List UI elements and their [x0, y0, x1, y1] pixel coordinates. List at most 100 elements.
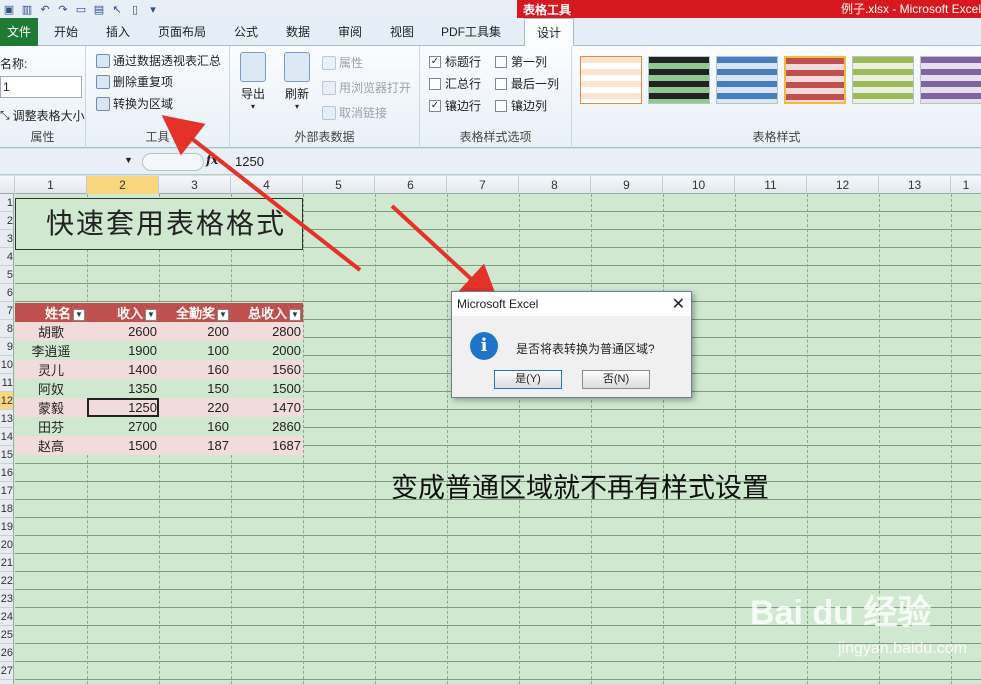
close-icon[interactable]: ✕	[672, 294, 685, 314]
total-cell[interactable]: 1560	[231, 360, 303, 379]
banded-columns-checkbox[interactable]: 镶边列	[495, 97, 547, 114]
name-cell[interactable]: 田芬	[15, 417, 87, 436]
banded-rows-checkbox[interactable]: ✓ 镶边行	[429, 97, 481, 114]
convert-to-range-button[interactable]: 转换为区域	[96, 95, 173, 112]
remove-duplicates-button[interactable]: 删除重复项	[96, 73, 173, 90]
formula-input[interactable]: 1250	[235, 154, 264, 169]
first-column-checkbox[interactable]: 第一列	[495, 53, 547, 70]
active-cell[interactable]: 1250	[87, 398, 159, 417]
customize-dropdown-icon[interactable]: ▾	[146, 2, 160, 16]
row-header[interactable]: 23	[0, 590, 13, 608]
column-header[interactable]: 11	[735, 176, 807, 194]
row-header[interactable]: 6	[0, 284, 13, 302]
row-header[interactable]: 13	[0, 410, 13, 428]
select-all-corner[interactable]	[0, 176, 15, 194]
total-cell[interactable]: 1500	[231, 379, 303, 398]
column-header[interactable]: 7	[447, 176, 519, 194]
chart-icon[interactable]: ▥	[20, 2, 34, 16]
filter-dropdown-icon[interactable]: ▼	[217, 308, 229, 321]
redo-icon[interactable]: ↷	[56, 2, 70, 16]
name-cell[interactable]: 灵儿	[15, 360, 87, 379]
tab-data[interactable]: 数据	[278, 18, 318, 46]
row-header[interactable]: 15	[0, 446, 13, 464]
header-row-checkbox[interactable]: ✓ 标题行	[429, 53, 481, 70]
no-button[interactable]: 否(N)	[582, 370, 650, 389]
income-cell[interactable]: 2600	[87, 322, 159, 341]
bar-chart-icon[interactable]: ▤	[92, 2, 106, 16]
row-header[interactable]: 17	[0, 482, 13, 500]
name-cell[interactable]: 赵高	[15, 436, 87, 455]
new-file-icon[interactable]: ▯	[128, 2, 142, 16]
row-header[interactable]: 20	[0, 536, 13, 554]
column-header[interactable]: 13	[879, 176, 951, 194]
row-header[interactable]: 3	[0, 230, 13, 248]
row-header[interactable]: 18	[0, 500, 13, 518]
unlink-button[interactable]: 取消链接	[322, 104, 387, 121]
external-properties-button[interactable]: 属性	[322, 54, 363, 71]
bonus-cell[interactable]: 200	[159, 322, 231, 341]
cursor-icon[interactable]: ↖	[110, 2, 124, 16]
resize-table-button[interactable]: ⤡ 调整表格大小	[0, 107, 85, 124]
open-in-browser-button[interactable]: 用浏览器打开	[322, 79, 411, 96]
tab-view[interactable]: 视图	[382, 18, 422, 46]
refresh-button[interactable]: 刷新 ▾	[284, 52, 310, 111]
table-style-swatch[interactable]	[648, 56, 710, 104]
open-folder-icon[interactable]: ▭	[74, 2, 88, 16]
row-header[interactable]: 19	[0, 518, 13, 536]
row-header[interactable]: 14	[0, 428, 13, 446]
yes-button[interactable]: 是(Y)	[494, 370, 562, 389]
filter-dropdown-icon[interactable]: ▼	[73, 308, 85, 321]
name-box-dropdown-icon[interactable]: ▼	[124, 155, 133, 165]
header-cell[interactable]: 收入 ▼	[87, 303, 159, 322]
header-cell[interactable]: 姓名 ▼	[15, 303, 87, 322]
income-cell[interactable]: 1500	[87, 436, 159, 455]
row-header[interactable]: 26	[0, 644, 13, 662]
name-cell[interactable]: 阿奴	[15, 379, 87, 398]
row-header[interactable]: 7	[0, 302, 13, 320]
column-header[interactable]: 3	[159, 176, 231, 194]
bonus-cell[interactable]: 220	[159, 398, 231, 417]
row-header[interactable]: 4	[0, 248, 13, 266]
total-cell[interactable]: 1687	[231, 436, 303, 455]
total-cell[interactable]: 2800	[231, 322, 303, 341]
row-header[interactable]: 16	[0, 464, 13, 482]
column-header[interactable]: 12	[807, 176, 879, 194]
row-header[interactable]: 22	[0, 572, 13, 590]
tab-design[interactable]: 设计	[524, 18, 574, 47]
total-cell[interactable]: 2860	[231, 417, 303, 436]
row-header[interactable]: 21	[0, 554, 13, 572]
table-style-swatch-selected[interactable]	[784, 56, 846, 104]
bonus-cell[interactable]: 160	[159, 417, 231, 436]
table-style-swatch[interactable]	[920, 56, 981, 104]
bonus-cell[interactable]: 150	[159, 379, 231, 398]
export-button[interactable]: 导出 ▾	[240, 52, 266, 111]
row-header[interactable]: 1	[0, 194, 13, 212]
save-icon[interactable]: ▣	[2, 2, 16, 16]
income-cell[interactable]: 1400	[87, 360, 159, 379]
tab-page-layout[interactable]: 页面布局	[152, 18, 212, 46]
row-header[interactable]: 12	[0, 392, 13, 410]
row-header[interactable]: 9	[0, 338, 13, 356]
column-header[interactable]: 1	[15, 176, 87, 194]
column-header[interactable]: 4	[231, 176, 303, 194]
row-header[interactable]: 24	[0, 608, 13, 626]
tab-pdf-tools[interactable]: PDF工具集	[434, 18, 508, 46]
row-header[interactable]: 8	[0, 320, 13, 338]
filter-dropdown-icon[interactable]: ▼	[145, 308, 157, 321]
header-cell[interactable]: 全勤奖 ▼	[159, 303, 231, 322]
row-header[interactable]: 27	[0, 662, 13, 680]
column-header[interactable]: 10	[663, 176, 735, 194]
sheet-title-cell[interactable]: 快速套用表格格式	[15, 198, 303, 250]
income-cell[interactable]: 2700	[87, 417, 159, 436]
last-column-checkbox[interactable]: 最后一列	[495, 75, 559, 92]
row-header[interactable]: 5	[0, 266, 13, 284]
filter-dropdown-icon[interactable]: ▼	[289, 308, 301, 321]
table-style-swatch[interactable]	[580, 56, 642, 104]
row-header[interactable]: 25	[0, 626, 13, 644]
total-cell[interactable]: 1470	[231, 398, 303, 417]
name-cell[interactable]: 李逍遥	[15, 341, 87, 360]
income-cell[interactable]: 1900	[87, 341, 159, 360]
tab-formulas[interactable]: 公式	[226, 18, 266, 46]
header-cell[interactable]: 总收入 ▼	[231, 303, 303, 322]
bonus-cell[interactable]: 160	[159, 360, 231, 379]
